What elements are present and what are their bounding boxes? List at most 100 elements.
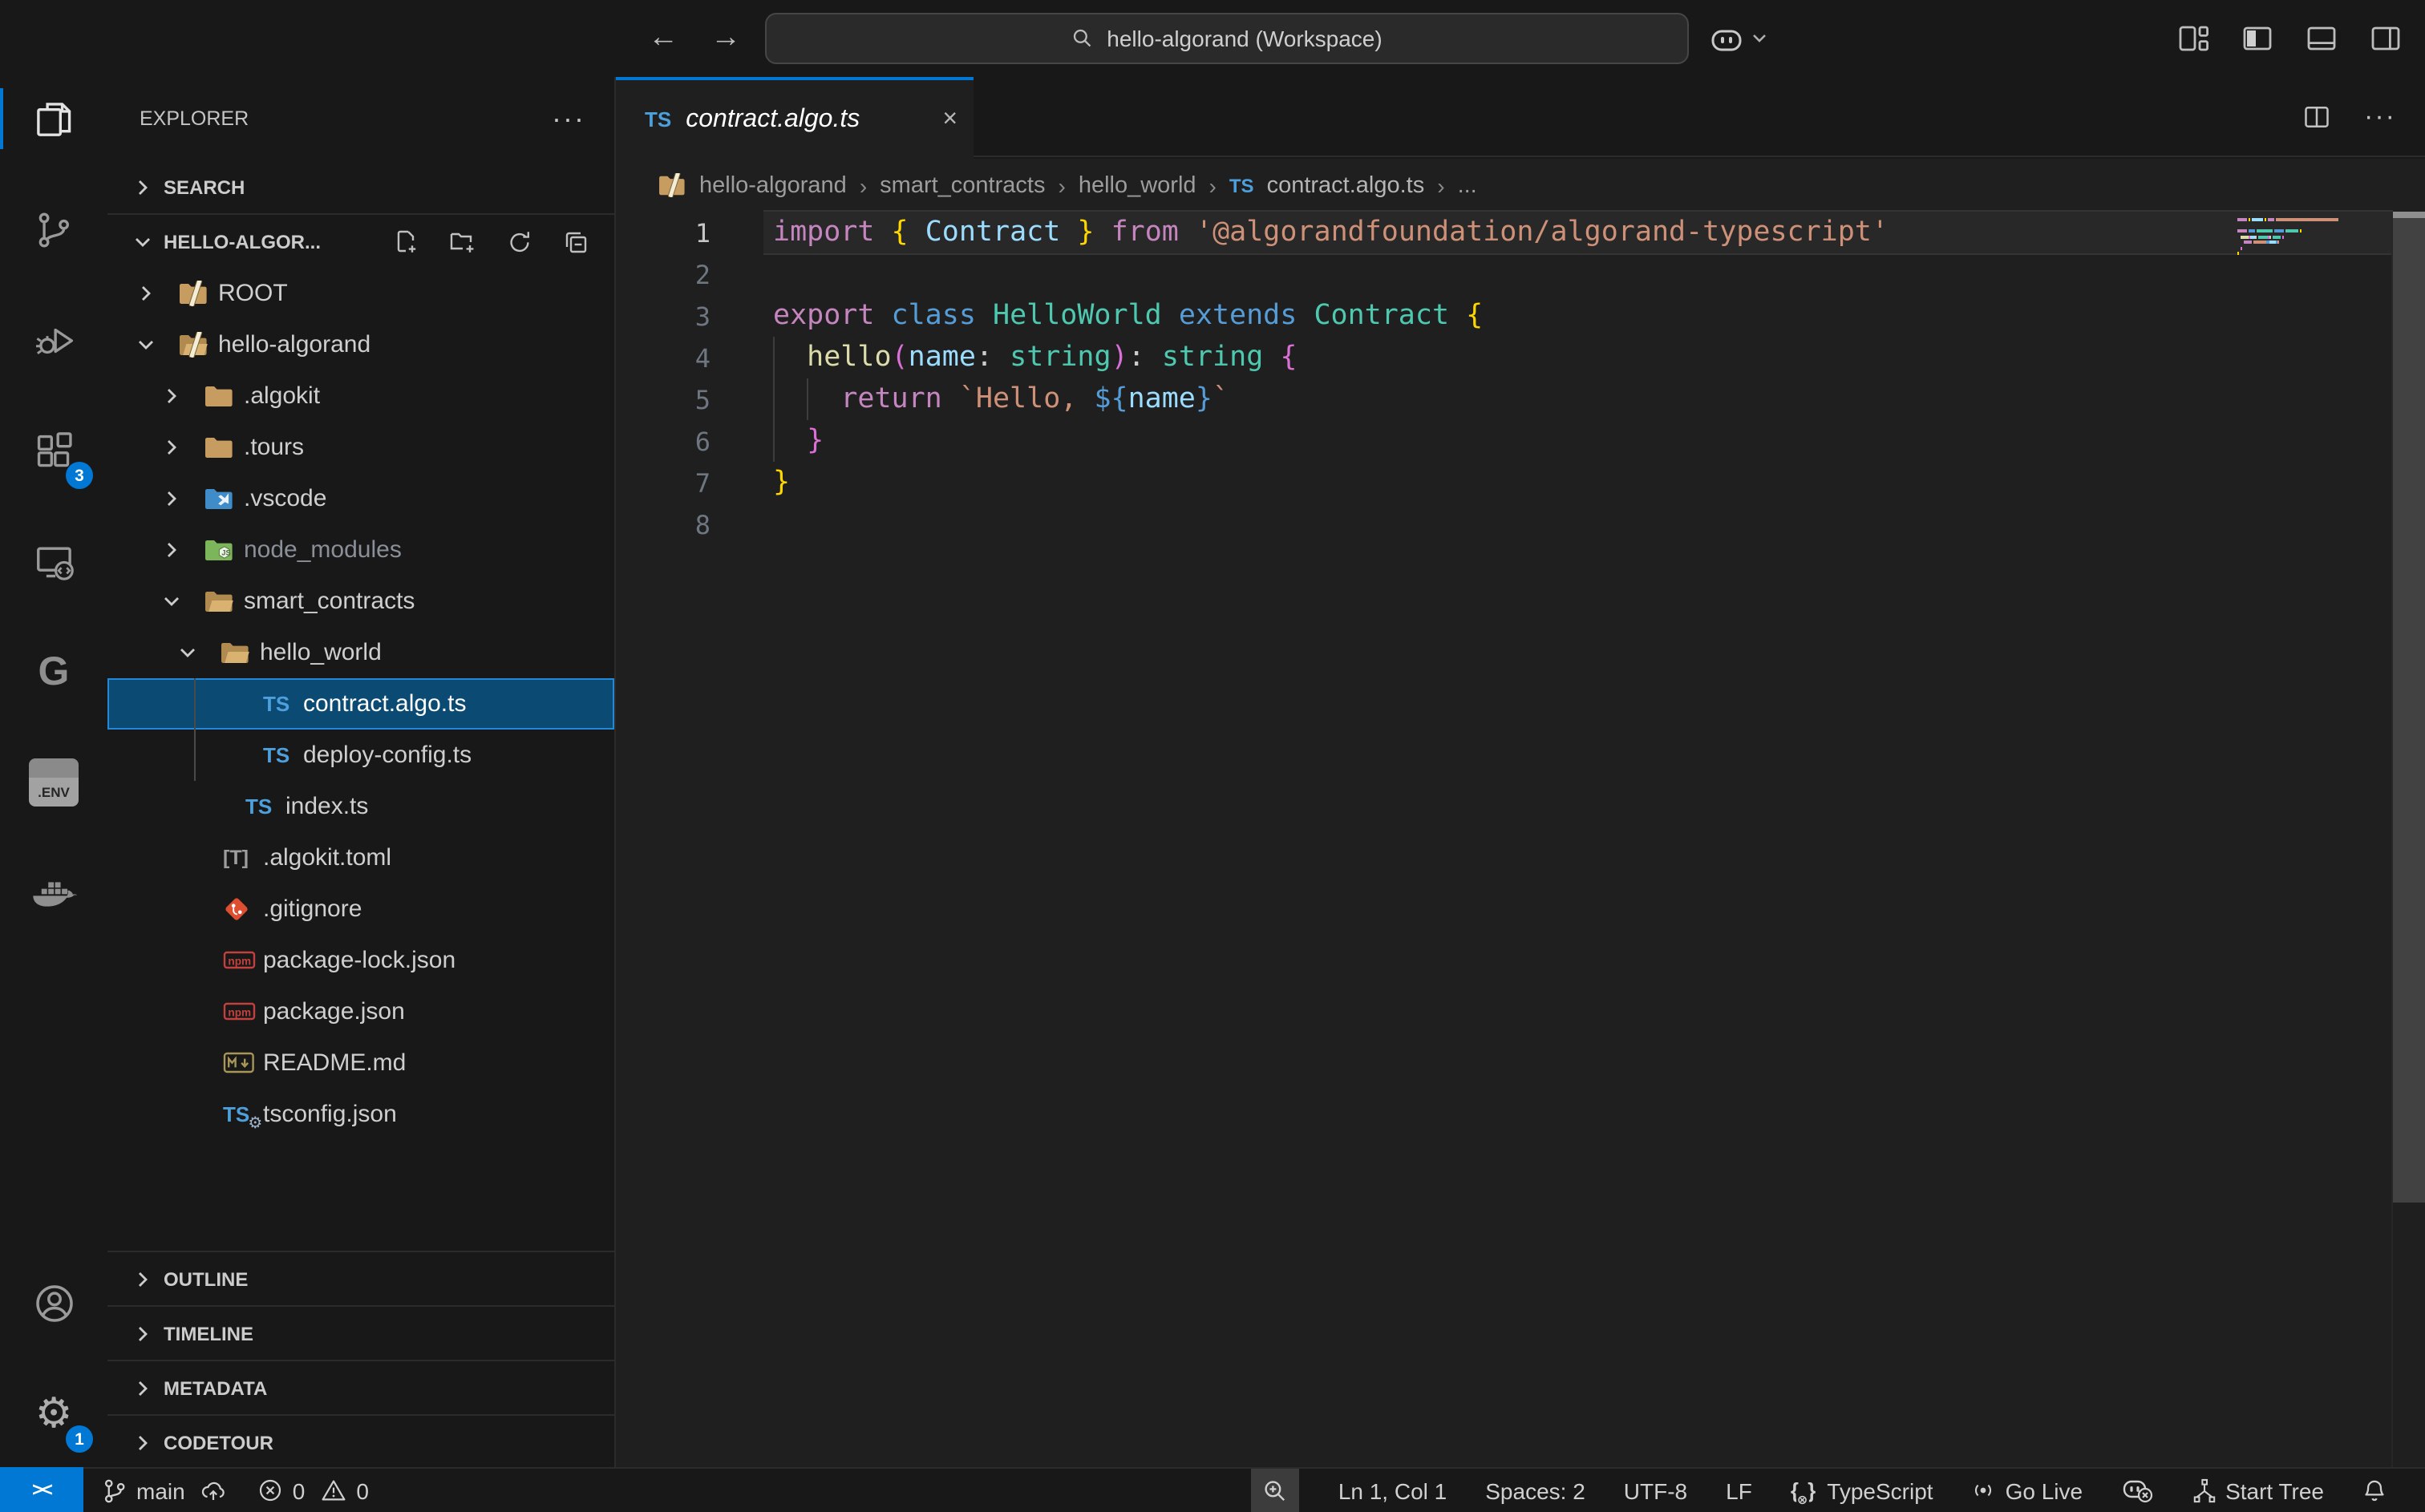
section-outline[interactable]: OUTLINE	[107, 1251, 614, 1305]
encoding-status[interactable]: UTF-8	[1624, 1478, 1687, 1503]
tree-item-label: index.ts	[285, 793, 368, 820]
cloud-upload-icon	[201, 1478, 227, 1502]
editor-more-actions-icon[interactable]: ···	[2364, 100, 2396, 132]
tree-icon	[2192, 1478, 2216, 1503]
tree-item-.vscode[interactable]: .vscode	[107, 473, 614, 524]
line-number: 1	[616, 217, 710, 248]
tree-item-package-lock.json[interactable]: npmpackage-lock.json	[107, 935, 614, 986]
cursor-position-status[interactable]: Ln 1, Col 1	[1338, 1478, 1447, 1503]
tree-item-README.md[interactable]: README.md	[107, 1037, 614, 1089]
tree-item-node_modules[interactable]: JSnode_modules	[107, 524, 614, 576]
tree-item-hello-algorand[interactable]: hello-algorand	[107, 319, 614, 370]
dotenv-icon: .ENV	[29, 758, 79, 807]
code-line-6[interactable]: 6 }	[616, 420, 2425, 462]
activitybar-docker[interactable]	[0, 851, 107, 935]
remote-indicator[interactable]: ><	[0, 1467, 83, 1512]
section-search[interactable]: SEARCH	[107, 160, 614, 215]
activitybar-spacer	[0, 962, 107, 1262]
split-editor-icon[interactable]	[2302, 102, 2332, 131]
bell-icon[interactable]	[2362, 1478, 2387, 1503]
line-content: }	[710, 425, 824, 457]
go-live-status[interactable]: Go Live	[1972, 1478, 2083, 1503]
tree-item-contract.algo.ts[interactable]: TScontract.algo.ts	[107, 678, 614, 730]
toggle-secondary-sidebar-icon[interactable]	[2369, 22, 2403, 55]
editor-tab[interactable]: TS contract.algo.ts ×	[616, 77, 974, 159]
code-line-1[interactable]: 1import { Contract } from '@algorandfoun…	[616, 212, 2425, 253]
code-line-5[interactable]: 5 return `Hello, ${name}`	[616, 378, 2425, 420]
tree-item-deploy-config.ts[interactable]: TSdeploy-config.ts	[107, 730, 614, 781]
tree-item-.tours[interactable]: .tours	[107, 422, 614, 473]
language-status[interactable]: { }⊗ TypeScript	[1791, 1478, 1933, 1503]
code-line-7[interactable]: 7}	[616, 462, 2425, 503]
section-metadata[interactable]: METADATA	[107, 1360, 614, 1414]
chevron-down-icon	[159, 588, 184, 614]
section-codetour[interactable]: CODETOUR	[107, 1414, 614, 1469]
breadcrumb-item[interactable]: smart_contracts	[880, 172, 1045, 198]
indentation-status[interactable]: Spaces: 2	[1485, 1478, 1585, 1503]
tree-item-.algokit.toml[interactable]: [T].algokit.toml	[107, 832, 614, 883]
eol-status[interactable]: LF	[1726, 1478, 1752, 1503]
minimap[interactable]	[2237, 218, 2366, 263]
tree-item-smart_contracts[interactable]: smart_contracts	[107, 576, 614, 627]
customize-layout-icon[interactable]	[2176, 22, 2210, 55]
activitybar-accounts[interactable]	[0, 1262, 107, 1345]
code-lines: 1import { Contract } from '@algorandfoun…	[616, 212, 2425, 545]
breadcrumb-item[interactable]: hello_world	[1079, 172, 1196, 198]
codetour-status[interactable]: Start Tree	[2192, 1478, 2324, 1503]
tree-item-index.ts[interactable]: TSindex.ts	[107, 781, 614, 832]
activitybar-settings[interactable]: ⚙ 1	[0, 1373, 107, 1456]
nav-back-icon[interactable]: ←	[648, 21, 678, 56]
tree-item-.gitignore[interactable]: .gitignore	[107, 883, 614, 935]
line-number: 7	[616, 467, 710, 498]
new-file-icon[interactable]	[393, 228, 419, 254]
activitybar-dotenv[interactable]: .ENV	[0, 741, 107, 824]
collapse-all-icon[interactable]	[563, 228, 589, 254]
tree-item-label: .vscode	[244, 485, 326, 512]
new-folder-icon[interactable]	[449, 228, 476, 254]
workspace-title: hello-algorand (Workspace)	[1107, 26, 1382, 51]
tree-item-ROOT[interactable]: ROOT	[107, 268, 614, 319]
section-timeline-label: TIMELINE	[164, 1322, 253, 1344]
section-workspace[interactable]: HELLO-ALGOR...	[107, 215, 614, 268]
tab-close-icon[interactable]: ×	[942, 105, 957, 134]
toggle-primary-sidebar-icon[interactable]	[2241, 22, 2274, 55]
folder-open-icon	[220, 640, 250, 665]
copilot-disabled-icon[interactable]	[2121, 1477, 2153, 1504]
section-timeline[interactable]: TIMELINE	[107, 1305, 614, 1360]
tree-item-.algokit[interactable]: .algokit	[107, 370, 614, 422]
breadcrumb-item[interactable]: ...	[1458, 172, 1477, 198]
code-line-8[interactable]: 8	[616, 503, 2425, 545]
indent-guide	[773, 337, 775, 462]
zoom-status[interactable]	[1252, 1469, 1300, 1512]
title-bar: ← → hello-algorand (Workspace)	[0, 0, 2425, 79]
scrollbar-thumb[interactable]	[2393, 212, 2425, 1203]
scrollbar-track[interactable]	[2391, 212, 2425, 1469]
tree-item-hello_world[interactable]: hello_world	[107, 627, 614, 678]
code-editor[interactable]: 1import { Contract } from '@algorandfoun…	[616, 212, 2425, 1469]
breadcrumb-item[interactable]: contract.algo.ts	[1267, 172, 1425, 198]
code-line-4[interactable]: 4 hello(name: string): string {	[616, 337, 2425, 378]
toggle-panel-icon[interactable]	[2305, 22, 2338, 55]
nav-forward-icon[interactable]: →	[710, 21, 741, 56]
code-line-3[interactable]: 3export class HelloWorld extends Contrac…	[616, 295, 2425, 337]
overview-ruler-cursor-marker	[2393, 212, 2425, 218]
activitybar-source-control[interactable]	[0, 188, 107, 271]
problems-status[interactable]: 0 0	[259, 1478, 369, 1503]
activitybar-run-debug[interactable]	[0, 298, 107, 382]
copilot-menu[interactable]	[1710, 0, 1767, 77]
breadcrumb-separator: ›	[1437, 172, 1444, 198]
activitybar-explorer[interactable]	[0, 77, 107, 160]
refresh-icon[interactable]	[507, 228, 532, 254]
tree-item-package.json[interactable]: npmpackage.json	[107, 986, 614, 1037]
activitybar-algokit[interactable]: G	[0, 630, 107, 714]
command-center-search[interactable]: hello-algorand (Workspace)	[765, 13, 1689, 64]
root-folder-icon	[178, 281, 208, 306]
git-branch-status[interactable]: main	[103, 1478, 227, 1503]
activitybar-remote-explorer[interactable]	[0, 519, 107, 603]
activitybar-extensions[interactable]: 3	[0, 409, 107, 492]
breadcrumb-item[interactable]: hello-algorand	[699, 172, 847, 198]
code-line-2[interactable]: 2	[616, 253, 2425, 295]
line-content: return `Hello, ${name}`	[710, 383, 1229, 415]
tree-item-tsconfig.json[interactable]: TS⚙tsconfig.json	[107, 1089, 614, 1140]
explorer-more-actions-icon[interactable]: ···	[552, 102, 585, 135]
